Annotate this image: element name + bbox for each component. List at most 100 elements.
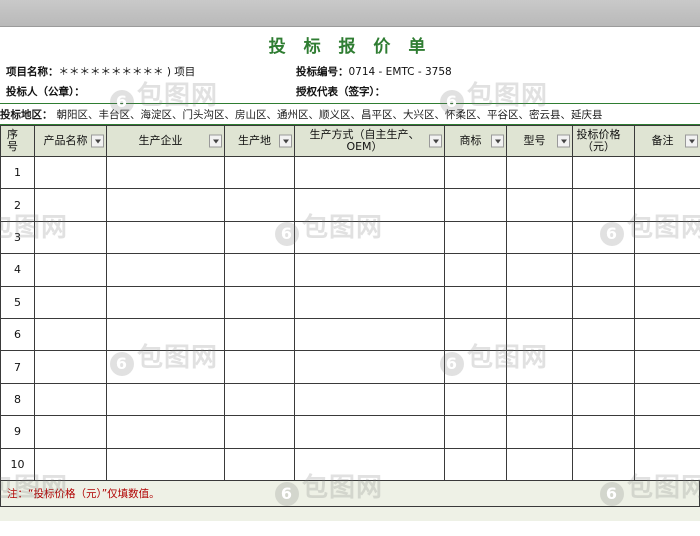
cell-trademark[interactable] <box>444 350 507 384</box>
cell-manufacturer[interactable] <box>106 415 225 449</box>
cell-index[interactable]: 2 <box>0 188 35 222</box>
cell-trademark[interactable] <box>444 285 507 319</box>
cell-remark[interactable] <box>634 382 700 417</box>
cell-origin[interactable] <box>224 188 295 222</box>
cell-product-name[interactable] <box>34 188 107 222</box>
cell-bid-price[interactable] <box>572 350 635 384</box>
cell-origin[interactable] <box>224 350 295 384</box>
cell-production-mode[interactable] <box>294 317 445 352</box>
cell-origin[interactable] <box>224 415 295 449</box>
cell-model[interactable] <box>506 317 573 352</box>
cell-bid-price[interactable] <box>572 155 635 190</box>
cell-product-name[interactable] <box>34 350 107 384</box>
cell-remark[interactable] <box>634 317 700 352</box>
cell-product-name[interactable] <box>34 382 107 417</box>
cell-production-mode[interactable] <box>294 382 445 417</box>
cell-trademark[interactable] <box>444 188 507 222</box>
cell-trademark[interactable] <box>444 317 507 352</box>
cell-model[interactable] <box>506 220 573 255</box>
cell-origin[interactable] <box>224 382 295 417</box>
cell-origin[interactable] <box>224 155 295 190</box>
cell-trademark[interactable] <box>444 447 507 481</box>
cell-trademark[interactable] <box>444 155 507 190</box>
cell-manufacturer[interactable] <box>106 188 225 222</box>
cell-manufacturer[interactable] <box>106 155 225 190</box>
cell-remark[interactable] <box>634 415 700 449</box>
cell-manufacturer[interactable] <box>106 317 225 352</box>
cell-bid-price[interactable] <box>572 188 635 222</box>
cell-manufacturer[interactable] <box>106 285 225 319</box>
cell-trademark[interactable] <box>444 382 507 417</box>
cell-origin[interactable] <box>224 220 295 255</box>
cell-remark[interactable] <box>634 220 700 255</box>
cell-origin[interactable] <box>224 253 295 287</box>
cell-production-mode[interactable] <box>294 155 445 190</box>
cell-model[interactable] <box>506 188 573 222</box>
cell-index[interactable]: 6 <box>0 317 35 352</box>
filter-dropdown-icon[interactable] <box>429 134 442 148</box>
filter-dropdown-icon[interactable] <box>491 134 504 148</box>
cell-manufacturer[interactable] <box>106 220 225 255</box>
cell-bid-price[interactable] <box>572 415 635 449</box>
cell-manufacturer[interactable] <box>106 253 225 287</box>
filter-dropdown-icon[interactable] <box>209 134 222 148</box>
cell-bid-price[interactable] <box>572 382 635 417</box>
cell-product-name[interactable] <box>34 447 107 481</box>
cell-model[interactable] <box>506 155 573 190</box>
cell-model[interactable] <box>506 415 573 449</box>
cell-trademark[interactable] <box>444 220 507 255</box>
cell-origin[interactable] <box>224 447 295 481</box>
cell-origin[interactable] <box>224 317 295 352</box>
cell-index[interactable]: 1 <box>0 155 35 190</box>
cell-remark[interactable] <box>634 188 700 222</box>
cell-manufacturer[interactable] <box>106 382 225 417</box>
cell-manufacturer[interactable] <box>106 350 225 384</box>
cell-bid-price[interactable] <box>572 253 635 287</box>
cell-product-name[interactable] <box>34 285 107 319</box>
cell-remark[interactable] <box>634 447 700 481</box>
cell-remark[interactable] <box>634 285 700 319</box>
bid-price-table: 序号 产品名称 生产企业 生产地 生产方式（自主生产、OEM） 商标 型号 投标… <box>0 125 700 481</box>
cell-trademark[interactable] <box>444 253 507 287</box>
cell-index[interactable]: 4 <box>0 253 35 287</box>
info-row-area: 投标地区： 朝阳区、丰台区、海淀区、门头沟区、房山区、通州区、顺义区、昌平区、大… <box>0 104 700 124</box>
cell-production-mode[interactable] <box>294 253 445 287</box>
cell-production-mode[interactable] <box>294 220 445 255</box>
filter-dropdown-icon[interactable] <box>685 134 698 148</box>
cell-model[interactable] <box>506 382 573 417</box>
cell-product-name[interactable] <box>34 415 107 449</box>
cell-remark[interactable] <box>634 155 700 190</box>
window-titlebar <box>0 0 700 27</box>
cell-index[interactable]: 5 <box>0 285 35 319</box>
cell-bid-price[interactable] <box>572 285 635 319</box>
cell-product-name[interactable] <box>34 317 107 352</box>
cell-remark[interactable] <box>634 253 700 287</box>
cell-bid-price[interactable] <box>572 317 635 352</box>
cell-bid-price[interactable] <box>572 220 635 255</box>
cell-model[interactable] <box>506 285 573 319</box>
cell-index[interactable]: 10 <box>0 447 35 481</box>
cell-production-mode[interactable] <box>294 285 445 319</box>
cell-index[interactable]: 7 <box>0 350 35 384</box>
cell-model[interactable] <box>506 253 573 287</box>
filter-dropdown-icon[interactable] <box>279 134 292 148</box>
cell-index[interactable]: 9 <box>0 415 35 449</box>
cell-origin[interactable] <box>224 285 295 319</box>
cell-index[interactable]: 8 <box>0 382 35 417</box>
cell-product-name[interactable] <box>34 220 107 255</box>
cell-bid-price[interactable] <box>572 447 635 481</box>
cell-manufacturer[interactable] <box>106 447 225 481</box>
cell-product-name[interactable] <box>34 155 107 190</box>
cell-production-mode[interactable] <box>294 350 445 384</box>
cell-index[interactable]: 3 <box>0 220 35 255</box>
cell-product-name[interactable] <box>34 253 107 287</box>
cell-model[interactable] <box>506 350 573 384</box>
cell-production-mode[interactable] <box>294 415 445 449</box>
cell-model[interactable] <box>506 447 573 481</box>
cell-remark[interactable] <box>634 350 700 384</box>
cell-trademark[interactable] <box>444 415 507 449</box>
cell-production-mode[interactable] <box>294 188 445 222</box>
filter-dropdown-icon[interactable] <box>91 134 104 148</box>
filter-dropdown-icon[interactable] <box>557 134 570 148</box>
cell-production-mode[interactable] <box>294 447 445 481</box>
